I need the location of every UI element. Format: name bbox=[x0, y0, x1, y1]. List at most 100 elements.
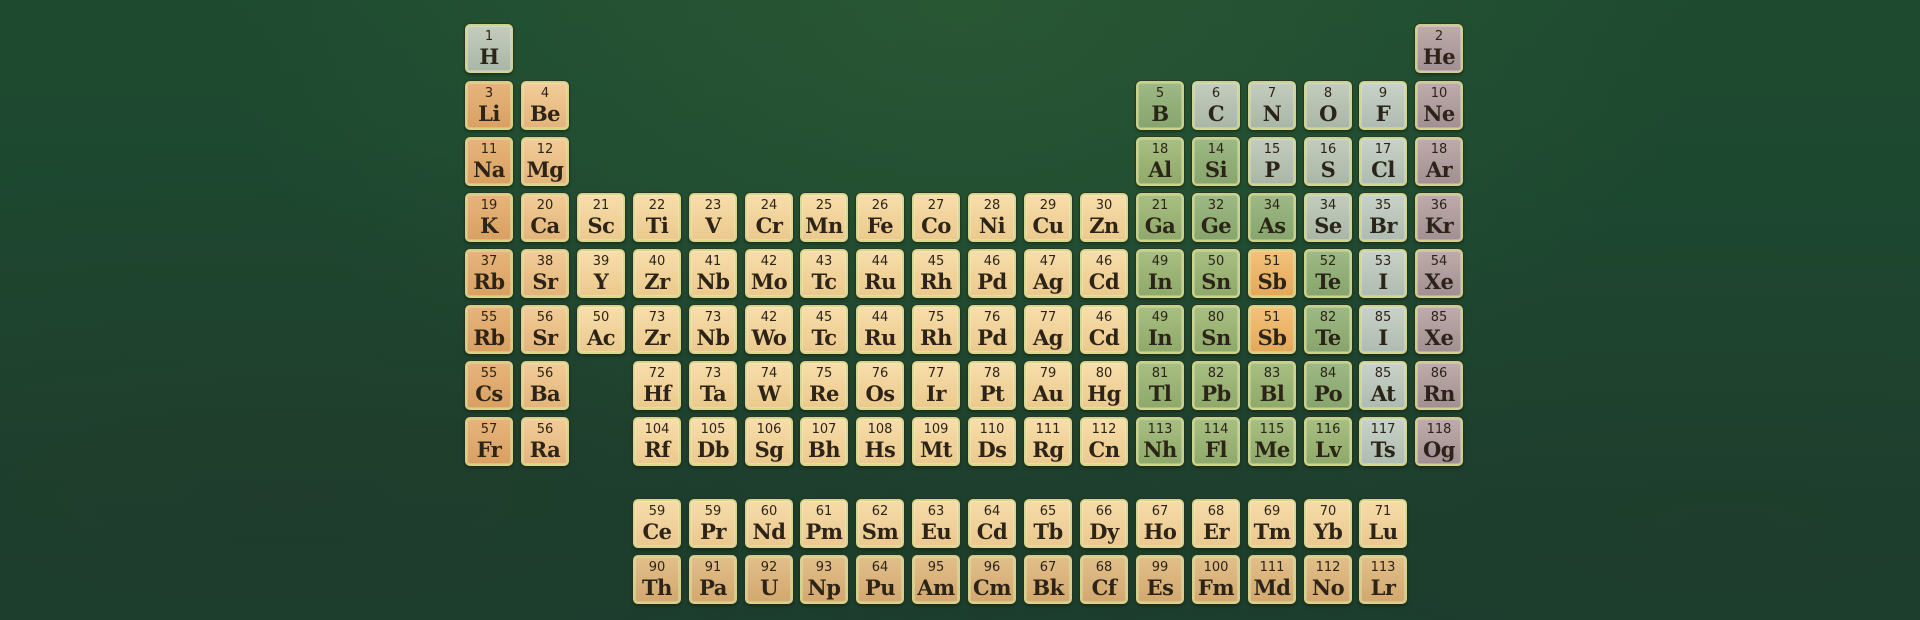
element-symbol: Mt bbox=[920, 437, 952, 462]
element-tile: 76 Os bbox=[856, 361, 904, 410]
atomic-number: 35 bbox=[1374, 198, 1392, 213]
element-tile: 51 Sb bbox=[1248, 305, 1296, 354]
element-tile: 60 Nd bbox=[745, 499, 793, 548]
element-symbol: Rg bbox=[1032, 437, 1064, 462]
element-tile: 114 Fl bbox=[1192, 417, 1240, 466]
element-tile: 51 Sb bbox=[1248, 249, 1296, 298]
element-symbol: Wo bbox=[751, 325, 787, 350]
element-symbol: Tc bbox=[811, 325, 837, 350]
element-tile: 116 Lv bbox=[1304, 417, 1352, 466]
element-tile: 21 Sc bbox=[577, 193, 625, 242]
element-tile: 9F bbox=[1359, 81, 1407, 130]
element-tile: 55 Rb bbox=[465, 305, 513, 354]
element-tile: 24 Cr bbox=[745, 193, 793, 242]
element-symbol: Cr bbox=[755, 213, 783, 238]
element-symbol: Si bbox=[1204, 157, 1228, 182]
atomic-number: 82 bbox=[1319, 310, 1337, 325]
atomic-number: 11 bbox=[480, 142, 498, 157]
atomic-number: 34 bbox=[1263, 198, 1281, 213]
element-tile: 25 Mn bbox=[800, 193, 848, 242]
element-tile: 56 Sr bbox=[521, 305, 569, 354]
element-tile: 10 Ne bbox=[1415, 81, 1463, 130]
element-symbol: Np bbox=[807, 575, 841, 600]
atomic-number: 55 bbox=[480, 366, 498, 381]
atomic-number: 20 bbox=[536, 198, 554, 213]
atomic-number: 64 bbox=[871, 560, 889, 575]
element-symbol: O bbox=[1319, 101, 1337, 126]
element-tile: 112 No bbox=[1304, 555, 1352, 604]
element-tile: 30 Zn bbox=[1080, 193, 1128, 242]
element-tile: 45 Rh bbox=[912, 249, 960, 298]
element-symbol: Zr bbox=[644, 269, 670, 294]
atomic-number: 93 bbox=[815, 560, 833, 575]
element-symbol: Br bbox=[1369, 213, 1397, 238]
element-tile: 80 Hg bbox=[1080, 361, 1128, 410]
element-tile: 95 Am bbox=[912, 555, 960, 604]
atomic-number: 6 bbox=[1211, 86, 1221, 101]
element-symbol: Rh bbox=[920, 269, 952, 294]
element-symbol: Mg bbox=[526, 157, 564, 182]
element-symbol: Rb bbox=[473, 269, 505, 294]
element-tile: 45 Tc bbox=[800, 305, 848, 354]
atomic-number: 50 bbox=[1207, 254, 1225, 269]
element-tile: 46 Cd bbox=[1080, 249, 1128, 298]
element-symbol: Rh bbox=[920, 325, 952, 350]
element-tile: 68 Cf bbox=[1080, 555, 1128, 604]
element-symbol: Fm bbox=[1197, 575, 1235, 600]
element-symbol: Ds bbox=[977, 437, 1007, 462]
element-symbol: Pm bbox=[805, 519, 843, 544]
atomic-number: 84 bbox=[1319, 366, 1337, 381]
atomic-number: 53 bbox=[1374, 254, 1392, 269]
atomic-number: 75 bbox=[927, 310, 945, 325]
element-tile: 55 Cs bbox=[465, 361, 513, 410]
element-tile: 66 Dy bbox=[1080, 499, 1128, 548]
element-symbol: Cm bbox=[973, 575, 1011, 600]
element-tile: 91 Pa bbox=[689, 555, 737, 604]
element-symbol: Sm bbox=[861, 519, 899, 544]
element-symbol: Hf bbox=[643, 381, 671, 406]
element-tile: 108 Hs bbox=[856, 417, 904, 466]
element-symbol: Sb bbox=[1257, 325, 1287, 350]
element-symbol: Er bbox=[1202, 519, 1230, 544]
atomic-number: 115 bbox=[1259, 422, 1285, 437]
element-symbol: Sb bbox=[1257, 269, 1287, 294]
element-symbol: Hs bbox=[864, 437, 896, 462]
element-tile: 115 Me bbox=[1248, 417, 1296, 466]
atomic-number: 4 bbox=[540, 86, 550, 101]
element-tile: 4 Be bbox=[521, 81, 569, 130]
element-tile: 2 He bbox=[1415, 24, 1463, 73]
element-tile: 85 At bbox=[1359, 361, 1407, 410]
element-tile: 82 Pb bbox=[1192, 361, 1240, 410]
element-symbol: Ag bbox=[1033, 269, 1063, 294]
element-symbol: Te bbox=[1315, 269, 1341, 294]
element-tile: 85 I bbox=[1359, 305, 1407, 354]
element-symbol: Xe bbox=[1424, 325, 1454, 350]
element-tile: 96 Cm bbox=[968, 555, 1016, 604]
atomic-number: 68 bbox=[1095, 560, 1113, 575]
element-symbol: Tm bbox=[1253, 519, 1291, 544]
element-tile: 78 Pt bbox=[968, 361, 1016, 410]
element-tile: 46 Cd bbox=[1080, 305, 1128, 354]
atomic-number: 10 bbox=[1430, 86, 1448, 101]
element-symbol: In bbox=[1147, 269, 1173, 294]
atomic-number: 5 bbox=[1155, 86, 1165, 101]
element-tile: 68 Er bbox=[1192, 499, 1240, 548]
element-symbol: Og bbox=[1423, 437, 1455, 462]
element-tile: 77 Ag bbox=[1024, 305, 1072, 354]
element-tile: 70 Yb bbox=[1304, 499, 1352, 548]
atomic-number: 8 bbox=[1323, 86, 1333, 101]
atomic-number: 46 bbox=[1095, 254, 1113, 269]
element-tile: 11 Na bbox=[465, 137, 513, 186]
element-tile: 72 Hf bbox=[633, 361, 681, 410]
atomic-number: 72 bbox=[648, 366, 666, 381]
element-tile: 105 Db bbox=[689, 417, 737, 466]
element-symbol: Zr bbox=[644, 325, 670, 350]
element-tile: 32 Ge bbox=[1192, 193, 1240, 242]
element-tile: 75 Rh bbox=[912, 305, 960, 354]
atomic-number: 12 bbox=[536, 142, 554, 157]
element-tile: 74 W bbox=[745, 361, 793, 410]
element-tile: 1H bbox=[465, 24, 513, 73]
element-tile: 39 Y bbox=[577, 249, 625, 298]
element-symbol: Ru bbox=[864, 269, 896, 294]
element-symbol: Na bbox=[473, 157, 505, 182]
